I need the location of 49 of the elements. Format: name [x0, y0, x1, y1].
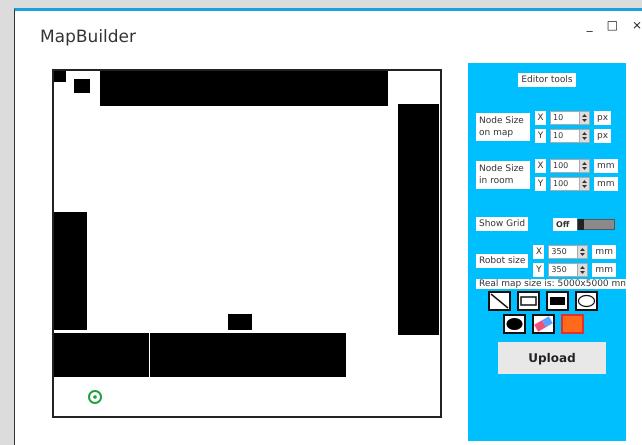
unit-label: mm: [594, 177, 618, 191]
group-label: Robot size: [476, 254, 528, 268]
map-canvas[interactable]: [52, 69, 442, 418]
panel-title: Editor tools: [518, 73, 576, 87]
window-control-button[interactable]: ×: [630, 17, 642, 33]
grid-toggle[interactable]: [577, 218, 616, 230]
rectangle-tool-icon[interactable]: [517, 291, 540, 311]
group-label: Node Size on map: [476, 113, 530, 141]
spinner-arrows-icon[interactable]: [579, 160, 589, 172]
axis-label: X: [535, 159, 546, 173]
axis-label: Y: [535, 177, 546, 191]
obstacle: [228, 314, 252, 330]
number-input[interactable]: 10: [550, 129, 590, 143]
spinner-arrows-icon[interactable]: [579, 178, 589, 190]
robot-marker: [88, 390, 102, 404]
spinner-arrows-icon[interactable]: [577, 246, 588, 258]
unit-label: px: [594, 129, 612, 143]
toggle-state: Off: [553, 218, 578, 230]
window-title: MapBuilder: [40, 27, 136, 49]
axis-label: Y: [533, 263, 544, 277]
axis-label: X: [533, 245, 544, 259]
filled-rectangle-tool-icon[interactable]: [546, 291, 569, 311]
color-swatch[interactable]: [560, 314, 584, 334]
axis-label: X: [535, 111, 546, 125]
line-tool-icon[interactable]: [488, 291, 511, 311]
unit-label: mm: [592, 263, 616, 277]
filled-ellipse-tool-icon[interactable]: [502, 314, 526, 334]
group-label: Show Grid: [476, 217, 528, 231]
map-size-text: Real map size is: 5000x5000 mn: [476, 279, 629, 289]
unit-label: px: [594, 111, 612, 125]
spinner-arrows-icon[interactable]: [579, 112, 589, 124]
number-input[interactable]: 350: [548, 263, 588, 277]
unit-label: mm: [592, 245, 616, 259]
axis-label: Y: [535, 129, 546, 143]
unit-label: mm: [594, 159, 618, 173]
number-input[interactable]: 100: [550, 177, 590, 191]
obstacle: [54, 71, 66, 82]
spinner-arrows-icon[interactable]: [577, 264, 588, 276]
obstacle: [74, 79, 90, 93]
eraser-icon[interactable]: [532, 314, 554, 334]
window-control-button[interactable]: _: [584, 17, 595, 33]
upload-button[interactable]: Upload: [498, 342, 606, 374]
number-input[interactable]: 350: [548, 245, 588, 259]
group-label: Node Size in room: [476, 161, 530, 189]
ellipse-tool-icon[interactable]: [575, 291, 598, 311]
number-input[interactable]: 100: [550, 159, 590, 173]
number-input[interactable]: 10: [550, 111, 590, 125]
window-control-button[interactable]: □: [604, 17, 620, 33]
spinner-arrows-icon[interactable]: [579, 130, 589, 142]
